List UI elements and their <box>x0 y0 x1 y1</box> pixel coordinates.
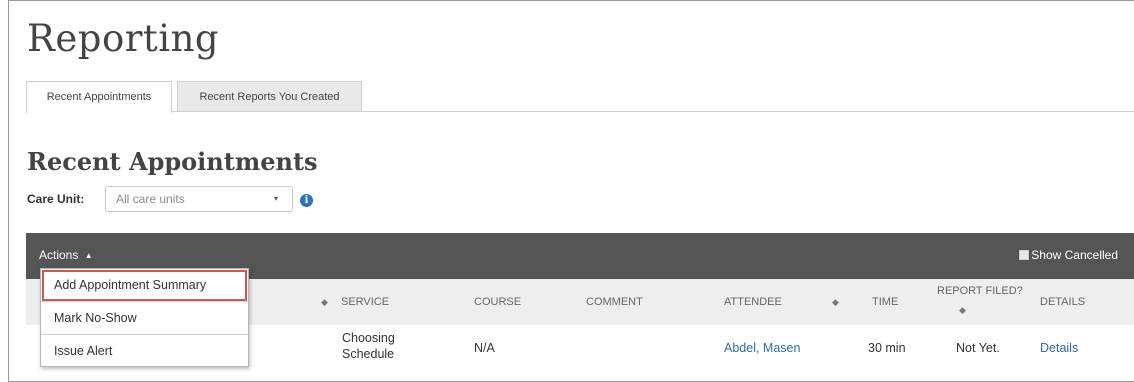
care-unit-select[interactable]: All care units ▾ <box>105 186 293 212</box>
caret-up-icon: ▲ <box>84 251 93 260</box>
section-title: Recent Appointments <box>27 147 318 176</box>
actions-dropdown-menu: Add Appointment Summary Mark No-Show Iss… <box>40 268 249 367</box>
tab-recent-appointments[interactable]: Recent Appointments <box>26 81 172 113</box>
menu-item-issue-alert[interactable]: Issue Alert <box>41 335 248 368</box>
header-service[interactable]: SERVICE <box>341 296 389 308</box>
cell-service-line1: Choosing <box>342 331 395 345</box>
header-attendee[interactable]: ATTENDEE <box>724 296 782 308</box>
tabs-divider <box>26 111 1134 112</box>
care-unit-label: Care Unit: <box>27 192 85 206</box>
page-title: Reporting <box>27 17 220 60</box>
sort-icon[interactable]: ◆ <box>321 297 328 308</box>
header-time[interactable]: TIME <box>872 296 898 308</box>
header-course[interactable]: COURSE <box>474 296 521 308</box>
details-link[interactable]: Details <box>1040 341 1078 355</box>
tab-recent-reports[interactable]: Recent Reports You Created <box>177 81 362 112</box>
menu-item-add-appointment-summary[interactable]: Add Appointment Summary <box>41 269 248 302</box>
menu-item-mark-no-show[interactable]: Mark No-Show <box>41 302 248 335</box>
header-details[interactable]: DETAILS <box>1040 296 1085 308</box>
actions-label: Actions <box>39 248 79 262</box>
show-cancelled-label: Show Cancelled <box>1031 248 1118 262</box>
cell-course: N/A <box>474 341 495 355</box>
cell-service-line2: Schedule <box>342 347 395 361</box>
show-cancelled-toggle[interactable]: Show Cancelled <box>1019 248 1118 262</box>
tab-bar: Recent Appointments Recent Reports You C… <box>26 81 1134 113</box>
checkbox-icon[interactable] <box>1019 250 1030 260</box>
cell-time: 30 min <box>868 341 906 355</box>
reporting-panel: Reporting Recent Appointments Recent Rep… <box>8 0 1134 382</box>
actions-button[interactable]: Actions ▲ <box>39 248 93 262</box>
cell-report-filed: Not Yet. <box>956 341 1000 355</box>
header-comment[interactable]: COMMENT <box>586 296 643 308</box>
header-report-filed[interactable]: REPORT FILED? <box>937 285 1023 297</box>
sort-icon[interactable]: ◆ <box>959 305 966 316</box>
info-icon[interactable]: i <box>300 194 313 207</box>
chevron-down-icon: ▾ <box>273 194 278 203</box>
attendee-link[interactable]: Abdel, Masen <box>724 341 800 355</box>
care-unit-value: All care units <box>116 192 185 206</box>
sort-icon[interactable]: ◆ <box>832 297 839 308</box>
